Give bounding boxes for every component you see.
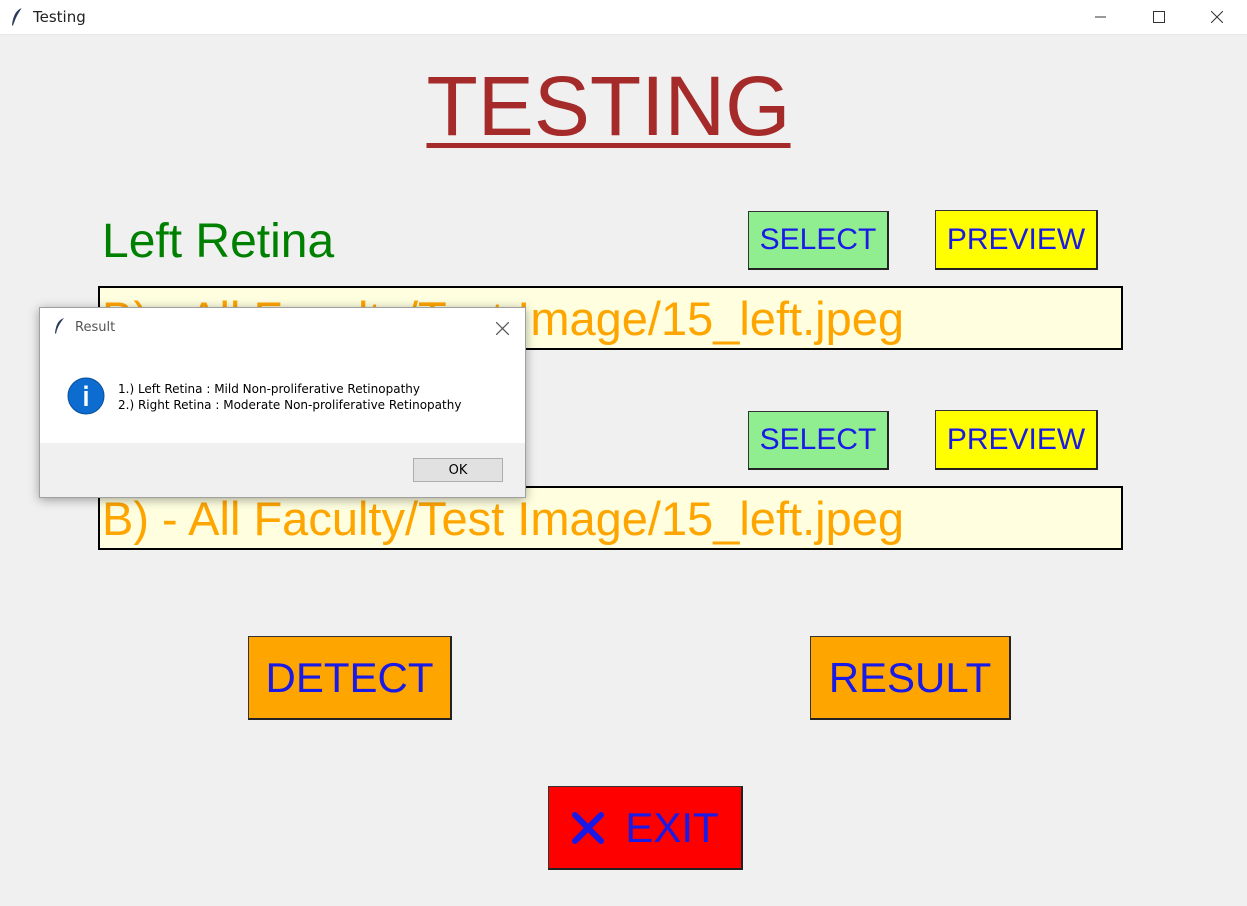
exit-label: EXIT [625, 803, 719, 851]
left-retina-label: Left Retina [102, 215, 335, 268]
right-preview-button[interactable]: PREVIEW [935, 410, 1098, 470]
result-dialog: Result 1.) Left Retina : Mild Non-prolif… [39, 307, 526, 498]
info-icon [67, 377, 105, 415]
close-icon [496, 322, 509, 335]
ok-button[interactable]: OK [413, 458, 503, 482]
maximize-icon [1153, 11, 1165, 23]
exit-button[interactable]: EXIT [548, 786, 743, 870]
dialog-message-line-1: 1.) Left Retina : Mild Non-proliferative… [118, 382, 420, 396]
minimize-button[interactable] [1072, 0, 1130, 34]
window-title: Testing [33, 8, 86, 26]
dialog-footer: OK [40, 443, 525, 497]
dialog-message-line-2: 2.) Right Retina : Moderate Non-prolifer… [118, 398, 462, 412]
dialog-message: 1.) Left Retina : Mild Non-proliferative… [118, 381, 461, 413]
close-button[interactable] [1188, 0, 1246, 34]
x-icon [572, 811, 605, 844]
left-preview-button[interactable]: PREVIEW [935, 210, 1098, 270]
dialog-close-button[interactable] [492, 318, 514, 340]
close-icon [1211, 11, 1223, 23]
window-titlebar: Testing [0, 0, 1247, 35]
dialog-title: Result [75, 320, 116, 335]
feather-icon [12, 7, 23, 27]
feather-icon [55, 318, 64, 334]
right-select-button[interactable]: SELECT [748, 411, 889, 470]
detect-button[interactable]: DETECT [248, 636, 452, 720]
left-select-button[interactable]: SELECT [748, 211, 889, 270]
result-button[interactable]: RESULT [810, 636, 1011, 720]
maximize-button[interactable] [1130, 0, 1188, 34]
minimize-icon [1095, 16, 1106, 18]
page-title: TESTING [426, 59, 791, 153]
